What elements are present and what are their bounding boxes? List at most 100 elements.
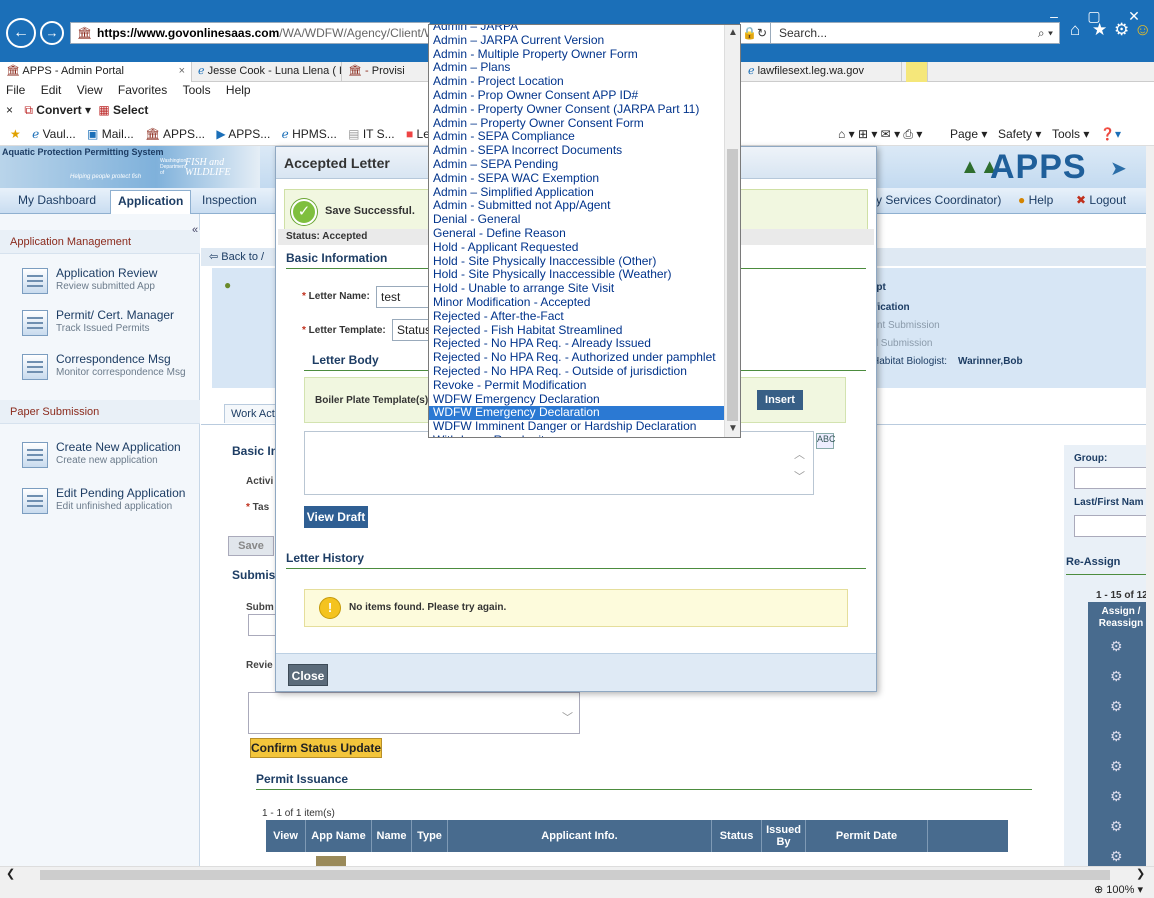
nav-my-dashboard[interactable]: My Dashboard xyxy=(18,193,96,207)
confirm-status-button[interactable]: Confirm Status Update xyxy=(250,738,382,758)
assign-gear-icon[interactable]: ⚙ xyxy=(1110,848,1123,865)
col-app-name[interactable]: App Name xyxy=(306,820,372,852)
refresh-icon[interactable]: ↻ xyxy=(757,26,767,40)
collapse-icon[interactable]: « xyxy=(192,224,198,236)
address-bar[interactable]: 🏛 https://www.govonlinesaas.com/WA/WDFW/… xyxy=(70,22,430,44)
dropdown-option[interactable]: Rejected - Fish Habitat Streamlined xyxy=(429,324,725,338)
dropdown-option[interactable]: Rejected - After-the-Fact xyxy=(429,310,725,324)
tab-apps-admin[interactable]: 🏛 APPS - Admin Portal × xyxy=(0,62,192,82)
menu-view[interactable]: View xyxy=(77,83,103,97)
app-thumbnail[interactable] xyxy=(316,856,346,866)
assign-gear-icon[interactable]: ⚙ xyxy=(1110,668,1123,685)
scroll-up-icon[interactable]: ︿ xyxy=(794,446,805,462)
forward-icon[interactable]: → xyxy=(40,21,64,45)
dropdown-option[interactable]: Revoke - Permit Modification xyxy=(429,379,725,393)
sidebar-item-edit-pending[interactable]: Edit Pending Application Edit unfinished… xyxy=(22,486,198,522)
search-icon[interactable]: ⌕ ▾ xyxy=(1038,23,1053,43)
view-draft-button[interactable]: View Draft xyxy=(304,506,368,528)
spellcheck-icon[interactable]: ABC xyxy=(816,433,836,449)
save-button[interactable]: Save xyxy=(228,536,274,556)
scroll-up-icon[interactable]: ▲ xyxy=(728,27,738,38)
scroll-right-icon[interactable]: ❯ xyxy=(1136,867,1145,880)
letter-template-select[interactable]: Status xyxy=(392,319,432,341)
col-type[interactable]: Type xyxy=(412,820,448,852)
page-horizontal-scrollbar[interactable]: ❮ ❯ xyxy=(0,866,1154,882)
letter-body-textarea[interactable]: ︿ ﹀ xyxy=(304,431,814,495)
fav-item[interactable]: ℯ Vaul... xyxy=(32,127,76,141)
dropdown-option[interactable]: Admin – Plans xyxy=(429,61,725,75)
dropdown-option[interactable]: Hold - Unable to arrange Site Visit xyxy=(429,282,725,296)
letter-template-dropdown[interactable]: Admin – JARPA Admin – JARPA Current Versi… xyxy=(428,24,741,438)
scroll-down-icon[interactable]: ▼ xyxy=(728,423,738,434)
lastfirst-input[interactable] xyxy=(1074,515,1154,537)
nav-logout[interactable]: ✖ Logout xyxy=(1076,193,1126,207)
dropdown-option[interactable]: Admin - Submitted not App/Agent xyxy=(429,199,725,213)
dropdown-option[interactable]: Admin - SEPA WAC Exemption xyxy=(429,172,725,186)
dropdown-option[interactable]: Admin - SEPA Incorrect Documents xyxy=(429,144,725,158)
col-applicant-info[interactable]: Applicant Info. xyxy=(448,820,712,852)
dropdown-option[interactable]: General - Define Reason xyxy=(429,227,725,241)
dropdown-option[interactable]: Admin – SEPA Pending xyxy=(429,158,725,172)
sidebar-item-permit-manager[interactable]: Permit/ Cert. Manager Track Issued Permi… xyxy=(22,308,198,344)
dropdown-option[interactable]: Admin – Simplified Application xyxy=(429,186,725,200)
dropdown-option[interactable]: Minor Modification - Accepted xyxy=(429,296,725,310)
col-name[interactable]: Name xyxy=(372,820,412,852)
dropdown-option[interactable]: Admin - Multiple Property Owner Form xyxy=(429,48,725,62)
menu-tools[interactable]: Tools xyxy=(183,83,211,97)
close-button[interactable]: Close xyxy=(288,664,328,686)
dropdown-option[interactable]: Admin – JARPA Current Version xyxy=(429,34,725,48)
group-select[interactable] xyxy=(1074,467,1154,489)
settings-gear-icon[interactable]: ⚙ xyxy=(1114,20,1129,40)
col-issued-by[interactable]: Issued By xyxy=(762,820,806,852)
sidebar-item-application-review[interactable]: Application Review Review submitted App xyxy=(22,266,198,302)
select-button[interactable]: Select xyxy=(113,103,148,117)
fav-item[interactable]: ℯ HPMS... xyxy=(282,127,337,141)
fav-item[interactable]: ▤ IT S... xyxy=(348,127,394,141)
assign-gear-icon[interactable]: ⚙ xyxy=(1110,728,1123,745)
fav-item[interactable]: ▣ Mail... xyxy=(87,127,134,141)
tab-close-icon[interactable]: × xyxy=(179,62,185,81)
review-textarea[interactable]: ﹀ xyxy=(248,692,580,734)
dropdown-option[interactable]: Admin – JARPA xyxy=(429,25,725,34)
help-icon[interactable]: ❓▾ xyxy=(1100,124,1121,144)
home-cmd-icon[interactable]: ⌂ ▾ ⊞ ▾ ✉ ▾ ⎙ ▾ xyxy=(838,124,922,144)
tab-lawfiles[interactable]: ℯ lawfilesext.leg.wa.gov xyxy=(742,62,902,82)
dropdown-option[interactable]: WDFW Imminent Danger or Hardship Declara… xyxy=(429,420,725,434)
dropdown-option[interactable]: Hold - Applicant Requested xyxy=(429,241,725,255)
sidebar-item-correspondence[interactable]: Correspondence Msg Monitor correspondenc… xyxy=(22,352,198,388)
nav-application[interactable]: Application xyxy=(110,190,192,214)
address-controls[interactable]: 🔒↻ xyxy=(740,22,770,44)
favorites-star-icon[interactable]: ★ xyxy=(10,127,21,141)
sidebar-item-create-application[interactable]: Create New Application Create new applic… xyxy=(22,440,198,476)
dropdown-option[interactable]: Admin – Property Owner Consent Form xyxy=(429,117,725,131)
current-submission-link[interactable]: rent Submission xyxy=(868,320,940,331)
col-permit-date[interactable]: Permit Date xyxy=(806,820,928,852)
dropdown-option[interactable]: Withdraw - Resubmit xyxy=(429,434,725,437)
assign-gear-icon[interactable]: ⚙ xyxy=(1110,788,1123,805)
page-vertical-scrollbar[interactable] xyxy=(1146,146,1154,866)
menu-file[interactable]: File xyxy=(6,83,25,97)
dropdown-option[interactable]: Hold - Site Physically Inaccessible (Wea… xyxy=(429,268,725,282)
back-icon[interactable]: ← xyxy=(6,18,36,48)
dropdown-option[interactable]: Hold - Site Physically Inaccessible (Oth… xyxy=(429,255,725,269)
dropdown-option[interactable]: Admin - Prop Owner Consent APP ID# xyxy=(429,89,725,103)
dropdown-option[interactable]: Rejected - No HPA Req. - Outside of juri… xyxy=(429,365,725,379)
assign-gear-icon[interactable]: ⚙ xyxy=(1110,818,1123,835)
tools-menu[interactable]: Tools ▾ xyxy=(1052,124,1089,144)
dropdown-option[interactable]: WDFW Emergency Declaration xyxy=(429,406,725,421)
fav-item[interactable]: ▶ APPS... xyxy=(216,127,270,141)
new-tab-button[interactable] xyxy=(906,62,928,82)
assign-gear-icon[interactable]: ⚙ xyxy=(1110,758,1123,775)
favorites-star-icon[interactable]: ★ xyxy=(1092,20,1107,40)
dropdown-option[interactable]: Rejected - No HPA Req. - Authorized unde… xyxy=(429,351,725,365)
menu-help[interactable]: Help xyxy=(226,83,251,97)
zoom-control[interactable]: ⊕ 100% ▾ xyxy=(1094,882,1143,898)
close-cmd-icon[interactable]: × xyxy=(6,103,13,117)
page-menu[interactable]: Page ▾ xyxy=(950,124,987,144)
menu-favorites[interactable]: Favorites xyxy=(118,83,167,97)
search-input[interactable]: Search... ⌕ ▾ xyxy=(770,22,1060,44)
dropdown-option[interactable]: Admin - Project Location xyxy=(429,75,725,89)
build-submission-link[interactable]: ild Submission xyxy=(868,338,932,349)
chevron-down-icon[interactable]: ▾ xyxy=(85,103,94,117)
insert-button[interactable]: Insert xyxy=(757,390,803,410)
